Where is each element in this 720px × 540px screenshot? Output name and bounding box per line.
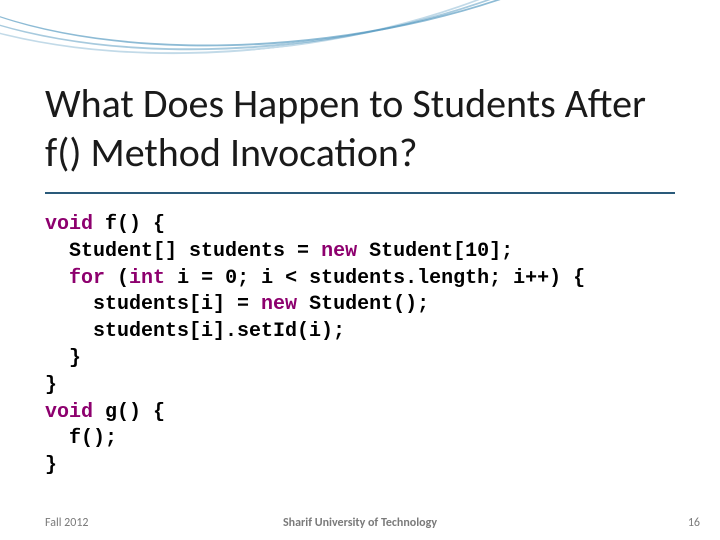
keyword-void: void [45, 401, 93, 424]
code-text: students[i].setId(i); [93, 320, 345, 343]
code-text: f(); [45, 427, 117, 450]
footer-center: Sharif University of Technology [0, 516, 720, 530]
keyword-new: new [261, 293, 297, 316]
keyword-int: int [129, 267, 165, 290]
title-underline [45, 192, 675, 194]
footer-page-number: 16 [688, 516, 700, 530]
slide-title: What Does Happen to Students After f() M… [45, 80, 685, 178]
keyword-void: void [45, 213, 93, 236]
header-swoosh [0, 0, 700, 80]
code-text: Student[] students = [69, 240, 321, 263]
code-text: Student(); [297, 293, 429, 316]
swoosh-arc [0, 0, 716, 84]
code-text: } [45, 374, 57, 397]
code-text: g() { [93, 401, 165, 424]
code-text [45, 293, 93, 316]
swoosh-arc [0, 0, 696, 88]
code-text: } [45, 347, 81, 370]
code-text [45, 240, 69, 263]
code-text [45, 320, 93, 343]
code-text: Student[10]; [357, 240, 513, 263]
code-text: f() { [93, 213, 165, 236]
keyword-for: for [69, 267, 105, 290]
code-block: void f() { Student[] students = new Stud… [45, 212, 585, 480]
code-text [45, 267, 69, 290]
code-text: i = 0; i < students.length; i++) { [165, 267, 585, 290]
code-text: students[i] = [93, 293, 261, 316]
keyword-new: new [321, 240, 357, 263]
code-text: ( [105, 267, 129, 290]
code-text: } [45, 454, 57, 477]
